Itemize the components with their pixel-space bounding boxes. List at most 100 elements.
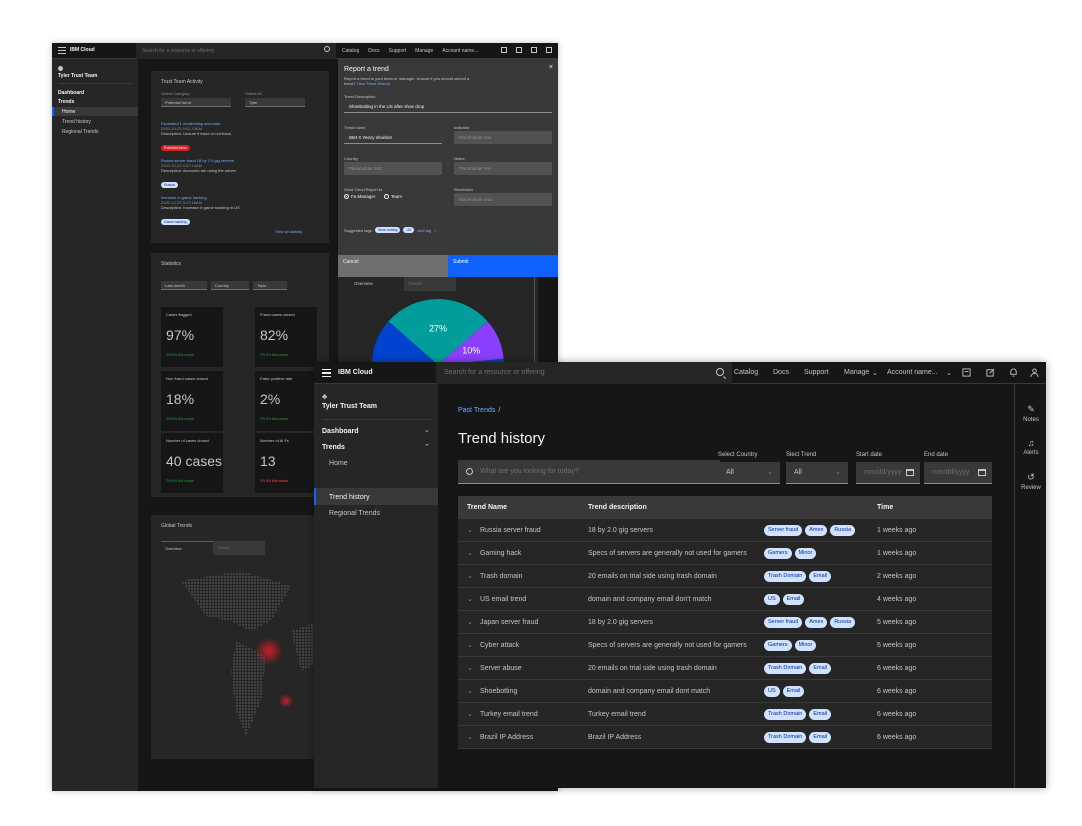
- col-header-description[interactable]: Trend description: [588, 504, 647, 511]
- menu-icon[interactable]: [58, 47, 66, 54]
- trend-tag[interactable]: US: [764, 594, 780, 605]
- trend-tag[interactable]: Email: [782, 594, 805, 605]
- search-icon[interactable]: [716, 368, 724, 376]
- expand-row-icon[interactable]: ⌄: [467, 572, 473, 580]
- alerts-button[interactable]: ♫ Alerts: [1015, 438, 1046, 456]
- cost-icon[interactable]: [501, 47, 507, 53]
- back-nav-manage[interactable]: Manage: [415, 48, 433, 54]
- end-date-input[interactable]: mm/dd/yyyy: [924, 462, 992, 484]
- table-row[interactable]: ⌄ Japan server fraud 18 by 2.0 gig servers…: [458, 611, 992, 634]
- tab-trends[interactable]: Trends: [213, 541, 265, 555]
- back-sidebar-trend-history[interactable]: Trend history: [62, 119, 91, 125]
- suggested-tag[interactable]: Shoe botting: [374, 227, 401, 233]
- country-input[interactable]: Placeholder text: [344, 162, 442, 175]
- user-icon[interactable]: [546, 47, 552, 53]
- stats-filter-period[interactable]: Last month: [161, 281, 207, 290]
- trend-tag[interactable]: US: [764, 686, 780, 697]
- expand-row-icon[interactable]: ⌄: [467, 664, 473, 672]
- nav-docs[interactable]: Docs: [773, 369, 789, 376]
- stats-filter-topic[interactable]: Topic: [253, 281, 287, 290]
- notification-icon[interactable]: [531, 47, 537, 53]
- trend-name-input[interactable]: IBM X Yeezy shoebot: [344, 131, 442, 144]
- chevron-down-icon[interactable]: ⌄: [424, 426, 430, 434]
- back-sidebar-home[interactable]: Home: [62, 109, 75, 115]
- pie-tab-trends[interactable]: Trends: [404, 277, 456, 291]
- chevron-up-icon[interactable]: ⌃: [424, 443, 430, 451]
- table-row[interactable]: ⌄ Turkey email trend Turkey email trend Tra…: [458, 703, 992, 726]
- resolution-input[interactable]: Placeholder text: [454, 193, 552, 206]
- category-dropdown[interactable]: Potential trend: [161, 98, 231, 107]
- nav-account[interactable]: Account name...: [887, 369, 938, 376]
- user-dropdown[interactable]: Tyler: [245, 98, 305, 107]
- trend-tag[interactable]: Server fraud: [764, 617, 803, 628]
- table-search-input[interactable]: What are you looking for today?: [458, 460, 720, 484]
- breadcrumb-past-trends[interactable]: Past Trends: [458, 407, 495, 414]
- back-sidebar-regional[interactable]: Regional Trends: [62, 129, 98, 135]
- expand-row-icon[interactable]: ⌄: [467, 618, 473, 626]
- notes-input[interactable]: Placeholder text: [454, 162, 552, 175]
- menu-icon[interactable]: [322, 369, 331, 377]
- search-icon[interactable]: [324, 46, 330, 52]
- sidebar-item-regional-trends[interactable]: Regional Trends: [329, 510, 380, 517]
- radio-team[interactable]: Team: [384, 194, 402, 199]
- trend-tag[interactable]: Email: [809, 732, 832, 743]
- sidebar-item-dashboard[interactable]: Dashboard: [322, 428, 359, 435]
- view-trend-history-link[interactable]: View Trend History: [356, 81, 390, 86]
- trend-filter-dropdown[interactable]: All ⌄: [786, 462, 848, 484]
- suggested-tag[interactable]: US: [403, 227, 415, 233]
- edit-icon[interactable]: [986, 368, 995, 377]
- expand-row-icon[interactable]: ⌄: [467, 710, 473, 718]
- back-sidebar-trends[interactable]: Trends: [58, 99, 74, 105]
- trend-tag[interactable]: Minor: [794, 640, 817, 651]
- calendar-icon[interactable]: [978, 469, 986, 476]
- expand-row-icon[interactable]: ⌄: [467, 687, 473, 695]
- indicator-input[interactable]: Placeholder text: [454, 131, 552, 144]
- user-icon[interactable]: [1030, 368, 1039, 377]
- nav-support[interactable]: Support: [804, 369, 829, 376]
- header-search-input[interactable]: Search for a resource or offering: [436, 362, 732, 384]
- trend-tag[interactable]: Email: [809, 571, 832, 582]
- trend-tag[interactable]: Server fraud: [764, 525, 803, 536]
- table-row[interactable]: ⌄ Trash domain 20 emails on trial side usi…: [458, 565, 992, 588]
- add-icon[interactable]: +: [434, 228, 436, 233]
- trend-tag[interactable]: Email: [782, 686, 805, 697]
- expand-row-icon[interactable]: ⌄: [467, 526, 473, 534]
- nav-manage[interactable]: Manage: [844, 369, 869, 376]
- trend-tag[interactable]: Trash Domain: [764, 709, 807, 720]
- expand-row-icon[interactable]: ⌄: [467, 595, 473, 603]
- expand-row-icon[interactable]: ⌄: [467, 549, 473, 557]
- trend-tag[interactable]: Gamers: [764, 548, 792, 559]
- back-search-input[interactable]: Search for a resource or offering: [136, 43, 336, 59]
- sidebar-item-home[interactable]: Home: [329, 460, 348, 467]
- expand-row-icon[interactable]: ⌄: [467, 733, 473, 741]
- edit-icon[interactable]: [516, 47, 522, 53]
- trend-tag[interactable]: Russia: [830, 617, 856, 628]
- trend-tag[interactable]: Trash Domain: [764, 732, 807, 743]
- table-row[interactable]: ⌄ Shoebotting domain and company email don…: [458, 680, 992, 703]
- submit-button[interactable]: Submit: [448, 255, 558, 277]
- back-nav-docs[interactable]: Docs: [368, 48, 379, 54]
- review-button[interactable]: ↺ Review: [1015, 472, 1046, 491]
- table-row[interactable]: ⌄ Russia server fraud 18 by 2.0 gig server…: [458, 519, 992, 542]
- sidebar-item-trends[interactable]: Trends: [322, 444, 345, 451]
- table-row[interactable]: ⌄ Cyber attack Specs of servers are genera…: [458, 634, 992, 657]
- table-row[interactable]: ⌄ Server abuse 20 emails on trial side usi…: [458, 657, 992, 680]
- col-header-time[interactable]: Time: [877, 504, 893, 511]
- trend-tag[interactable]: Trash Domain: [764, 571, 807, 582]
- trend-tag[interactable]: Gamers: [764, 640, 792, 651]
- chevron-down-icon[interactable]: ⌄: [872, 369, 878, 377]
- cost-estimator-icon[interactable]: [962, 368, 971, 377]
- radio-manager[interactable]: Fa Manager: [344, 194, 375, 199]
- trend-tag[interactable]: Russia: [830, 525, 856, 536]
- start-date-input[interactable]: mm/dd/yyyy: [856, 462, 920, 484]
- table-row[interactable]: ⌄ Brazil IP Address Brazil IP Address Trash…: [458, 726, 992, 749]
- add-tag-link[interactable]: Add tag: [417, 228, 431, 233]
- close-icon[interactable]: ×: [549, 64, 553, 71]
- trend-tag[interactable]: Minor: [794, 548, 817, 559]
- view-all-activity-link[interactable]: View all activity: [275, 229, 302, 234]
- chevron-down-icon[interactable]: ⌄: [946, 369, 952, 377]
- tab-overview[interactable]: Overview: [161, 541, 213, 555]
- table-row[interactable]: ⌄ US email trend domain and company email …: [458, 588, 992, 611]
- trend-tag[interactable]: Trash Domain: [764, 663, 807, 674]
- country-filter-dropdown[interactable]: All ⌄: [718, 462, 780, 484]
